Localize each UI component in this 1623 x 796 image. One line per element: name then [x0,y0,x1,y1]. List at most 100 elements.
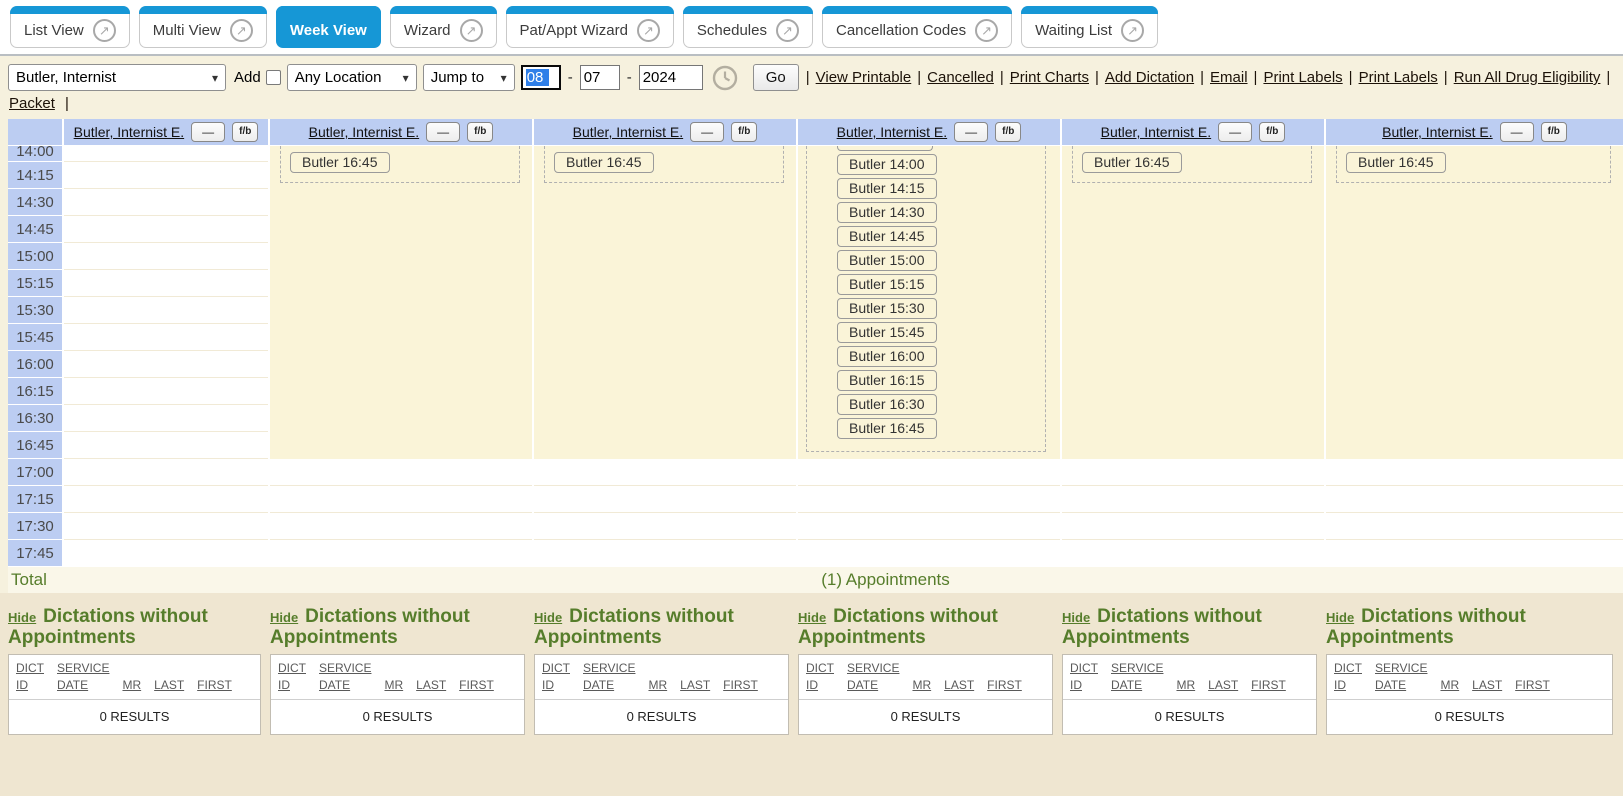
provider-link[interactable]: Butler, Internist E. [837,124,948,140]
external-link-icon[interactable]: ↗ [460,19,483,42]
column-sort-link[interactable]: SERVICE [583,660,635,677]
column-sort-link[interactable]: DATE [1111,677,1163,694]
slot-button-butler-15-45[interactable]: Butler 15:45 [837,322,937,343]
slot-button-butler-16-45[interactable]: Butler 16:45 [1082,152,1182,173]
slot-button-butler-14-45[interactable]: Butler 14:45 [837,226,937,247]
external-link-icon[interactable]: ↗ [93,19,116,42]
tab-schedules[interactable]: Schedules↗ [683,6,813,48]
slot-button-butler-16-30[interactable]: Butler 16:30 [837,394,937,415]
date-year-input[interactable]: 2024 [639,65,703,90]
column-sort-link[interactable]: ID [1070,677,1098,694]
fb-button[interactable]: f/b [1259,122,1285,142]
provider-link[interactable]: Butler, Internist E. [573,124,684,140]
column-sort-link[interactable]: SERVICE [57,660,109,677]
column-sort-link[interactable]: FIRST [459,677,494,694]
link-print-labels[interactable]: Print Labels [1359,69,1438,86]
column-sort-link[interactable]: DICT [1334,660,1362,677]
column-sort-link[interactable]: DICT [1070,660,1098,677]
slot-button-butler-14-00[interactable]: Butler 14:00 [837,154,937,175]
slot-button-butler-14-15[interactable]: Butler 14:15 [837,178,937,199]
column-sort-link[interactable]: DICT [278,660,306,677]
collapse-column-button[interactable]: — [426,122,460,142]
external-link-icon[interactable]: ↗ [975,19,998,42]
tab-week-view[interactable]: Week View [276,6,381,48]
column-sort-link[interactable]: FIRST [197,677,232,694]
column-sort-link[interactable]: LAST [154,677,184,694]
hide-link[interactable]: Hide [534,610,562,625]
slot-button-butler-16-15[interactable]: Butler 16:15 [837,370,937,391]
hide-link[interactable]: Hide [1062,610,1090,625]
link-print-charts[interactable]: Print Charts [1010,69,1089,86]
fb-button[interactable]: f/b [232,122,258,142]
link-print-labels[interactable]: Print Labels [1263,69,1342,86]
column-sort-link[interactable]: LAST [416,677,446,694]
column-sort-link[interactable]: MR [384,677,403,694]
go-button[interactable]: Go [753,64,799,91]
collapse-column-button[interactable]: — [1218,122,1252,142]
column-sort-link[interactable]: LAST [680,677,710,694]
external-link-icon[interactable]: ↗ [776,19,799,42]
link-run-all-drug-eligibility[interactable]: Run All Drug Eligibility [1454,69,1601,86]
provider-link[interactable]: Butler, Internist E. [1101,124,1212,140]
slot-button-butler-15-15[interactable]: Butler 15:15 [837,274,937,295]
hide-link[interactable]: Hide [270,610,298,625]
column-sort-link[interactable]: DICT [16,660,44,677]
link-add-dictation[interactable]: Add Dictation [1105,69,1194,86]
column-sort-link[interactable]: MR [1176,677,1195,694]
column-sort-link[interactable]: MR [1440,677,1459,694]
column-sort-link[interactable]: ID [542,677,570,694]
slot-button-butler-16-45[interactable]: Butler 16:45 [837,418,937,439]
tab-pat-appt-wizard[interactable]: Pat/Appt Wizard↗ [506,6,674,48]
column-sort-link[interactable]: FIRST [1251,677,1286,694]
location-select[interactable]: Any Location ▾ [287,64,417,91]
column-sort-link[interactable]: LAST [1472,677,1502,694]
collapse-column-button[interactable]: — [954,122,988,142]
column-sort-link[interactable]: MR [648,677,667,694]
column-sort-link[interactable]: SERVICE [1111,660,1163,677]
slot-button-butler-16-45[interactable]: Butler 16:45 [1346,152,1446,173]
collapse-column-button[interactable]: — [690,122,724,142]
slot-button-butler-14-30[interactable]: Butler 14:30 [837,202,937,223]
clock-icon[interactable] [712,65,738,91]
column-sort-link[interactable]: DATE [319,677,371,694]
external-link-icon[interactable]: ↗ [637,19,660,42]
column-sort-link[interactable]: FIRST [723,677,758,694]
external-link-icon[interactable]: ↗ [230,19,253,42]
hide-link[interactable]: Hide [8,610,36,625]
column-sort-link[interactable]: ID [1334,677,1362,694]
fb-button[interactable]: f/b [1541,122,1567,142]
hide-link[interactable]: Hide [1326,610,1354,625]
link-cancelled[interactable]: Cancelled [927,69,994,86]
column-sort-link[interactable]: DATE [57,677,109,694]
column-sort-link[interactable]: MR [912,677,931,694]
column-sort-link[interactable]: FIRST [987,677,1022,694]
external-link-icon[interactable]: ↗ [1121,19,1144,42]
column-sort-link[interactable]: ID [278,677,306,694]
date-month-input[interactable]: 08 [521,65,561,90]
provider-link[interactable]: Butler, Internist E. [1382,124,1493,140]
jump-to-select[interactable]: Jump to ▾ [423,64,515,91]
column-sort-link[interactable]: DICT [806,660,834,677]
slot-button-butler-16-45[interactable]: Butler 16:45 [554,152,654,173]
column-sort-link[interactable]: FIRST [1515,677,1550,694]
column-sort-link[interactable]: SERVICE [1375,660,1427,677]
slot-button-butler-16-00[interactable]: Butler 16:00 [837,346,937,367]
tab-list-view[interactable]: List View↗ [10,6,130,48]
slot-button-butler-15-30[interactable]: Butler 15:30 [837,298,937,319]
tab-multi-view[interactable]: Multi View↗ [139,6,267,48]
column-sort-link[interactable]: DATE [847,677,899,694]
column-sort-link[interactable]: MR [122,677,141,694]
provider-link[interactable]: Butler, Internist E. [309,124,420,140]
slot-button-butler-16-45[interactable]: Butler 16:45 [290,152,390,173]
column-sort-link[interactable]: SERVICE [847,660,899,677]
link-packet[interactable]: Packet [9,95,55,112]
link-email[interactable]: Email [1210,69,1248,86]
slot-button-butler-15-00[interactable]: Butler 15:00 [837,250,937,271]
provider-select[interactable]: Butler, Internist ▾ [8,64,226,91]
collapse-column-button[interactable]: — [1500,122,1534,142]
hide-link[interactable]: Hide [798,610,826,625]
fb-button[interactable]: f/b [467,122,493,142]
column-sort-link[interactable]: LAST [944,677,974,694]
tab-cancellation-codes[interactable]: Cancellation Codes↗ [822,6,1012,48]
collapse-column-button[interactable]: — [191,122,225,142]
